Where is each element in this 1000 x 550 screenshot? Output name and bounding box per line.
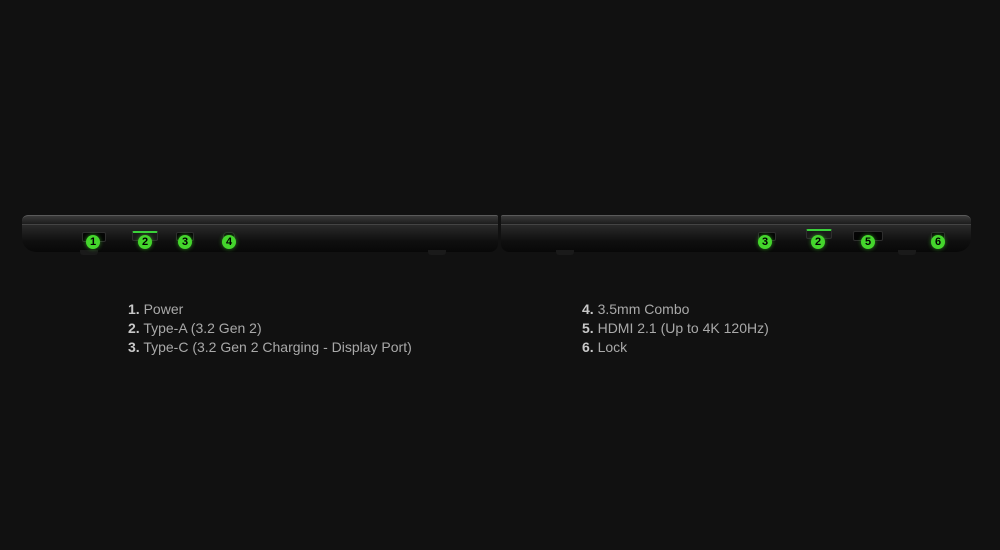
legend-label: 3.5mm Combo: [597, 301, 690, 317]
port-badge-audio: 4: [222, 235, 236, 249]
legend-number: 1.: [128, 301, 140, 317]
laptop-lid-edge: [501, 215, 971, 224]
legend-number: 4.: [582, 301, 594, 317]
legend-label: Type-A (3.2 Gen 2): [143, 320, 262, 336]
legend-item: 6. Lock: [582, 338, 769, 357]
laptop-body-edge: [501, 224, 971, 252]
ports-diagram: 1 2 3 4 3 2 5 6 1. Power 2. Type-A (3.2 …: [0, 0, 1000, 550]
port-badge-lock: 6: [931, 235, 945, 249]
port-badge-type-c: 3: [758, 235, 772, 249]
laptop-foot: [556, 250, 574, 255]
port-badge-hdmi: 5: [861, 235, 875, 249]
laptop-lid-edge: [22, 215, 498, 224]
port-badge-type-c: 3: [178, 235, 192, 249]
laptop-foot: [898, 250, 916, 255]
legend-item: 5. HDMI 2.1 (Up to 4K 120Hz): [582, 319, 769, 338]
laptop-left-side: 1 2 3 4: [22, 215, 498, 255]
legend-item: 4. 3.5mm Combo: [582, 300, 769, 319]
laptop-right-side: 3 2 5 6: [501, 215, 971, 255]
legend-column-1: 1. Power 2. Type-A (3.2 Gen 2) 3. Type-C…: [128, 300, 412, 357]
legend-number: 6.: [582, 339, 594, 355]
legend-item: 3. Type-C (3.2 Gen 2 Charging - Display …: [128, 338, 412, 357]
laptop-foot: [428, 250, 446, 255]
legend-label: HDMI 2.1 (Up to 4K 120Hz): [597, 320, 769, 336]
port-badge-power: 1: [86, 235, 100, 249]
legend-label: Lock: [597, 339, 628, 355]
legend-label: Type-C (3.2 Gen 2 Charging - Display Por…: [143, 339, 412, 355]
port-badge-type-a: 2: [138, 235, 152, 249]
laptop-foot: [80, 250, 98, 255]
legend-number: 5.: [582, 320, 594, 336]
legend-number: 3.: [128, 339, 140, 355]
port-badge-type-a: 2: [811, 235, 825, 249]
legend-label: Power: [143, 301, 184, 317]
legend-column-2: 4. 3.5mm Combo 5. HDMI 2.1 (Up to 4K 120…: [582, 300, 769, 357]
legend-item: 2. Type-A (3.2 Gen 2): [128, 319, 412, 338]
legend-item: 1. Power: [128, 300, 412, 319]
legend-number: 2.: [128, 320, 140, 336]
